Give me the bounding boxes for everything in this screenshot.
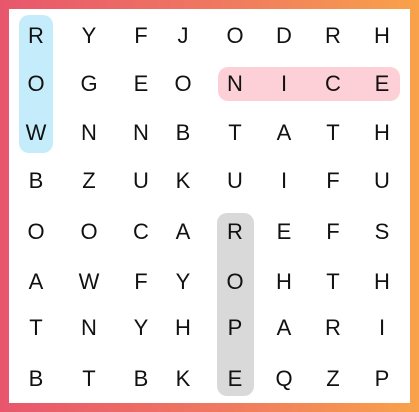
grid-cell-r4-c7[interactable]: F [308, 159, 358, 203]
grid-cell-r5-c1[interactable]: O [11, 210, 61, 254]
grid-cell-r1-c4[interactable]: J [158, 14, 208, 58]
grid-cell-r3-c1[interactable]: W [11, 111, 61, 155]
grid-cell-r2-c4[interactable]: O [158, 62, 208, 106]
grid-cell-r1-c8[interactable]: H [357, 14, 407, 58]
grid-cell-r6-c1[interactable]: A [11, 260, 61, 304]
grid-cell-r3-c6[interactable]: A [259, 111, 309, 155]
grid-cell-r5-c7[interactable]: F [308, 210, 358, 254]
grid-cell-r4-c8[interactable]: U [357, 159, 407, 203]
grid-cell-r3-c2[interactable]: N [64, 111, 114, 155]
grid-cell-r1-c7[interactable]: R [308, 14, 358, 58]
grid-cell-r7-c5[interactable]: P [210, 306, 260, 350]
grid-cell-r8-c7[interactable]: Z [308, 357, 358, 401]
grid-cell-r1-c5[interactable]: O [210, 14, 260, 58]
grid-cell-r3-c7[interactable]: T [308, 111, 358, 155]
grid-cell-r6-c4[interactable]: Y [158, 260, 208, 304]
grid-cell-r8-c1[interactable]: B [11, 357, 61, 401]
grid-cell-r8-c2[interactable]: T [64, 357, 114, 401]
grid-cell-r8-c5[interactable]: E [210, 357, 260, 401]
grid-cell-r8-c6[interactable]: Q [259, 357, 309, 401]
grid-cell-r1-c1[interactable]: R [11, 14, 61, 58]
puzzle-frame: RYFJODRHOGEONICEWNNBTATHBZUKUIFUOOCAREFS… [0, 0, 419, 412]
grid-cell-r5-c5[interactable]: R [210, 210, 260, 254]
grid-cell-r2-c7[interactable]: C [308, 62, 358, 106]
grid-cell-r6-c7[interactable]: T [308, 260, 358, 304]
grid-cell-r5-c8[interactable]: S [357, 210, 407, 254]
grid-cell-r7-c6[interactable]: A [259, 306, 309, 350]
grid-cell-r8-c4[interactable]: K [158, 357, 208, 401]
grid-cell-r4-c4[interactable]: K [158, 159, 208, 203]
grid-cell-r7-c8[interactable]: I [357, 306, 407, 350]
grid-cell-r2-c8[interactable]: E [357, 62, 407, 106]
word-search-board: RYFJODRHOGEONICEWNNBTATHBZUKUIFUOOCAREFS… [9, 9, 410, 403]
grid-cell-r7-c2[interactable]: N [64, 306, 114, 350]
grid-cell-r6-c5[interactable]: O [210, 260, 260, 304]
grid-cell-r7-c7[interactable]: R [308, 306, 358, 350]
grid-cell-r7-c1[interactable]: T [11, 306, 61, 350]
grid-cell-r6-c2[interactable]: W [64, 260, 114, 304]
grid-cell-r3-c5[interactable]: T [210, 111, 260, 155]
grid-cell-r8-c8[interactable]: P [357, 357, 407, 401]
grid-cell-r6-c6[interactable]: H [259, 260, 309, 304]
grid-cell-r2-c1[interactable]: O [11, 62, 61, 106]
grid-cell-r5-c4[interactable]: A [158, 210, 208, 254]
grid-cell-r2-c6[interactable]: I [259, 62, 309, 106]
grid-cell-r2-c2[interactable]: G [64, 62, 114, 106]
grid-cell-r7-c4[interactable]: H [158, 306, 208, 350]
grid-cell-r1-c2[interactable]: Y [64, 14, 114, 58]
grid-cell-r4-c1[interactable]: B [11, 159, 61, 203]
grid-cell-r5-c6[interactable]: E [259, 210, 309, 254]
grid-cell-r4-c5[interactable]: U [210, 159, 260, 203]
grid-cell-r5-c2[interactable]: O [64, 210, 114, 254]
grid-cell-r4-c6[interactable]: I [259, 159, 309, 203]
grid-cell-r3-c8[interactable]: H [357, 111, 407, 155]
grid-cell-r3-c4[interactable]: B [158, 111, 208, 155]
grid-cell-r2-c5[interactable]: N [210, 62, 260, 106]
grid-cell-r1-c6[interactable]: D [259, 14, 309, 58]
grid-cell-r4-c2[interactable]: Z [64, 159, 114, 203]
grid-cell-r6-c8[interactable]: H [357, 260, 407, 304]
